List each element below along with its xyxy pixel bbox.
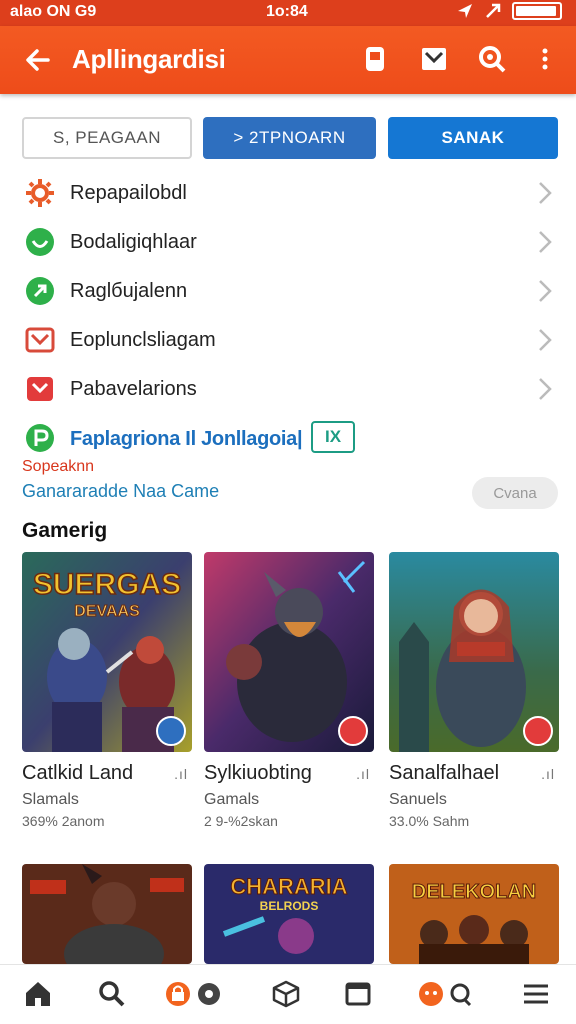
search-icon[interactable] [97,979,127,1009]
bot-icon[interactable] [416,979,478,1009]
mail-icon [25,327,55,353]
chevron-right-icon [539,182,552,204]
section-title: Gamerig [22,519,108,542]
game-card-5[interactable]: CHARARIA BELRODS [204,864,374,964]
platform-badge-icon [338,716,368,746]
status-right [456,2,562,20]
game-art-image [22,864,192,964]
signal-icon: .ıl [174,766,188,782]
outline-button[interactable]: S, PEAGAAN [22,117,192,159]
square-icon[interactable] [343,979,373,1009]
game-meta: 33.0% Sahm [389,813,470,829]
menu-item-5[interactable]: Pabavelarions [0,364,576,413]
chevron-right-icon [539,280,552,302]
menu-item-label: Raglбujalenn [70,280,188,302]
game-art-subtitle: BELRODS [260,899,319,913]
page-title: Apllingardisi [72,44,226,74]
game-card-6[interactable]: DELEKOLAN [389,864,559,964]
search-settings-icon[interactable] [477,44,507,74]
promo-subtitle-red: Sopeaknn [22,458,95,475]
platform-badge-icon [523,716,553,746]
game-art-title: SUERGAS [33,568,181,601]
menu-item-label: Eoplunclsliagam [70,329,216,351]
game-name: Sanalfalhael [389,762,500,784]
menu-icon[interactable] [521,979,551,1009]
chevron-right-icon [539,231,552,253]
menu-list: Repapailobdl Bodaligiqhlaar Raglбujalenn… [0,168,576,413]
tablet-icon[interactable] [360,44,390,74]
location-icon [458,4,472,18]
game-art-title: CHARARIA [230,874,347,899]
status-time: 1o:84 [266,3,308,20]
game-art-subtitle: DEVAAS [74,603,140,620]
game-category: Gamals [204,791,260,808]
game-art-title: DELEKOLAN [412,881,536,903]
chevron-right-icon [539,329,552,351]
lock-icon[interactable] [163,979,225,1009]
button-row: S, PEAGAAN > 2TPNOARN SANAK [22,117,558,159]
home-icon[interactable] [23,979,53,1009]
status-bar: alao ON G9 1o:84 [0,0,576,26]
game-art[interactable]: SUERGAS DEVAAS [22,552,192,752]
game-category: Sanuels [389,791,447,808]
game-category: Slamals [22,791,79,808]
send-icon [486,3,501,18]
signal-icon: .ıl [356,766,370,782]
menu-item-2[interactable]: Bodaligiqhlaar [0,217,576,266]
game-name: Sylkiuobting [204,762,312,784]
game-card-4[interactable] [22,864,192,964]
game-meta: 369% 2anom [22,813,105,829]
inbox-icon[interactable] [419,44,449,74]
app-bar: Apllingardisi [0,26,576,94]
plus-leaf-icon [26,277,54,305]
promo-action-button[interactable]: Cvana [472,477,558,509]
check-circle-icon [26,228,54,256]
menu-item-3[interactable]: Raglбujalenn [0,266,576,315]
promo-block: Faplagriona Il Jonllagoia| IX Sopeaknn G… [0,418,576,518]
menu-item-1[interactable]: Repapailobdl [0,168,576,217]
game-card-1[interactable]: SUERGAS DEVAAS Catlkid Land .ıl Slamals … [22,552,192,829]
game-name: Catlkid Land [22,762,134,784]
bottom-nav [0,964,576,1024]
promo-subtitle-blue[interactable]: Ganararadde Naa Came [22,481,219,502]
p-badge-icon [26,424,54,452]
game-art[interactable] [389,552,559,752]
platform-badge-icon [156,716,186,746]
promo-title[interactable]: Faplagriona Il Jonllagoia| [70,428,303,451]
back-arrow-icon[interactable] [22,44,54,76]
game-art-image: CHARARIA BELRODS [204,864,374,964]
primary-button[interactable]: > 2TPNOARN [203,117,376,159]
promo-close-badge[interactable]: IX [311,421,355,453]
image-icon [27,377,53,401]
game-meta: 2 9-%2skan [204,813,278,829]
chevron-right-icon [539,378,552,400]
more-vert-icon[interactable] [530,44,560,74]
signal-icon: .ıl [541,766,555,782]
battery-icon [512,2,562,20]
menu-item-label: Pabavelarions [70,378,197,400]
menu-item-4[interactable]: Eoplunclsliagam [0,315,576,364]
game-card-3[interactable]: Sanalfalhael .ıl Sanuels 33.0% Sahm [389,552,559,829]
menu-item-label: Repapailobdl [70,182,187,204]
status-left: alao ON G9 [10,3,97,20]
secondary-button[interactable]: SANAK [388,117,558,159]
cube-icon[interactable] [271,979,301,1009]
game-card-2[interactable]: Sylkiuobting .ıl Gamals 2 9-%2skan [204,552,374,829]
game-art[interactable] [204,552,374,752]
game-art-image: DELEKOLAN [389,864,559,964]
menu-item-label: Bodaligiqhlaar [70,231,197,253]
sun-gear-icon [26,179,54,207]
